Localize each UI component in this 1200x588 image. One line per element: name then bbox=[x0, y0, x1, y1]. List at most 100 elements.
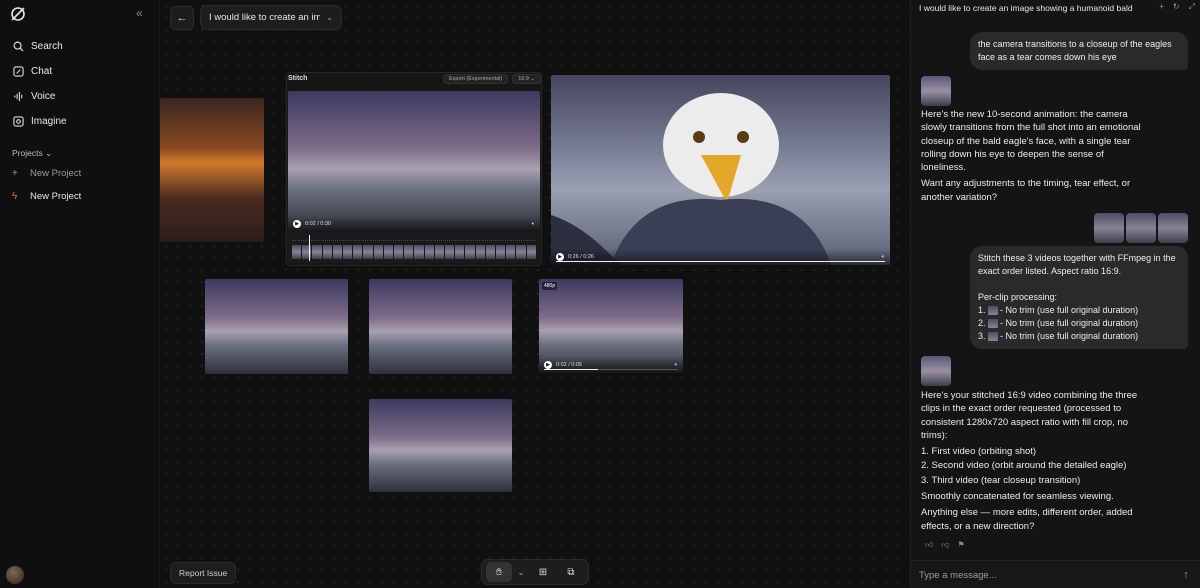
message-text: Per-clip processing: bbox=[978, 292, 1058, 302]
chat-icon bbox=[12, 66, 24, 78]
play-icon[interactable]: ▶ bbox=[556, 253, 564, 261]
sidebar-item-imagine[interactable]: Imagine bbox=[0, 109, 160, 134]
clip-item: 1. - No trim (use full original duration… bbox=[978, 305, 1139, 316]
timeline-ruler bbox=[292, 237, 536, 241]
video-orbit-2[interactable] bbox=[369, 279, 512, 374]
video-orbit-1[interactable] bbox=[205, 279, 348, 374]
export-button[interactable]: Export (Experimental) bbox=[443, 74, 509, 84]
chevron-down-icon: ⌄ bbox=[45, 148, 53, 158]
chat-panel: I would like to create an image showing … bbox=[910, 0, 1200, 588]
attachment-thumbnail[interactable] bbox=[1094, 213, 1124, 243]
flag-icon[interactable]: ⚑ bbox=[958, 540, 965, 550]
clip-item: 3. - No trim (use full original duration… bbox=[978, 331, 1139, 342]
video-time: 0:02 / 0:30 bbox=[305, 221, 331, 227]
clip-item: 2. - No trim (use full original duration… bbox=[978, 318, 1139, 329]
history-icon[interactable]: ↻ bbox=[1173, 2, 1180, 12]
message-text: Anything else — more edits, different or… bbox=[921, 507, 1133, 532]
sidebar-item-search[interactable]: Search bbox=[0, 34, 160, 59]
message-text: Smoothly concatenated for seamless viewi… bbox=[921, 491, 1114, 503]
canvas[interactable]: ← I would like to create an image showin… bbox=[160, 0, 910, 588]
search-icon bbox=[12, 41, 24, 53]
thumbs-up-icon[interactable]: 👍︎ bbox=[925, 540, 933, 550]
avatar[interactable] bbox=[6, 566, 24, 584]
new-chat-icon[interactable]: + bbox=[1159, 2, 1164, 12]
flash-icon: ϟ bbox=[12, 190, 18, 202]
chat-title[interactable]: I would like to create an image showing … bbox=[919, 3, 1133, 13]
video-time: 0:02 / 0:05 bbox=[556, 362, 582, 368]
message-text: Here's your stitched 16:9 video combinin… bbox=[921, 390, 1138, 441]
sidebar-nav: Search Chat Voice Imagine bbox=[0, 34, 160, 134]
list-item: 3. Third video (tear closeup transition) bbox=[921, 474, 1081, 486]
stitch-timeline[interactable] bbox=[288, 233, 540, 263]
grok-logo-icon[interactable] bbox=[10, 6, 26, 22]
arrow-left-icon: ← bbox=[176, 12, 188, 24]
video-progress[interactable] bbox=[544, 369, 678, 370]
title-dropdown-text: I would like to create an image showing … bbox=[209, 12, 321, 23]
sidebar-item-label: Voice bbox=[31, 91, 56, 102]
ai-thumbnail-1[interactable] bbox=[921, 76, 951, 106]
image-eagle-fire[interactable] bbox=[160, 98, 264, 242]
attached-thumbnails bbox=[1094, 213, 1188, 243]
sidebar: « Search Chat Voice Imagine Projects ⌄ +… bbox=[0, 0, 160, 588]
plus-icon: + bbox=[12, 167, 18, 179]
chevron-down-icon[interactable]: ⌄ bbox=[514, 562, 528, 582]
video-orbit-3[interactable]: 480p ▶ 0:02 / 0:05 🔈︎ bbox=[539, 279, 683, 373]
clip-thumbnail-icon bbox=[988, 319, 999, 329]
voice-icon bbox=[12, 91, 24, 103]
user-message-1: the camera transitions to a closeup of t… bbox=[970, 32, 1188, 70]
double-chevron-left-icon[interactable]: « bbox=[136, 6, 143, 20]
sidebar-project-1[interactable]: + New Project bbox=[0, 162, 160, 184]
attachment-thumbnail[interactable] bbox=[1126, 213, 1156, 243]
chevron-down-icon: ⌄ bbox=[326, 13, 333, 22]
ratio-label: 16:9 bbox=[518, 76, 529, 82]
volume-icon[interactable]: 🔈︎ bbox=[532, 221, 535, 228]
list-item: 2. Second video (orbit around the detail… bbox=[921, 460, 1127, 472]
projects-label: Projects bbox=[12, 148, 43, 158]
list-item: 1. First video (orbiting shot) bbox=[921, 446, 1037, 458]
volume-icon[interactable]: 🔈︎ bbox=[675, 362, 678, 369]
message-input[interactable] bbox=[919, 567, 1159, 583]
volume-icon[interactable]: 🔈︎ bbox=[882, 254, 885, 261]
image-eagle-standing[interactable] bbox=[369, 399, 512, 492]
clip-thumbnail-icon bbox=[988, 332, 999, 342]
message-text: Want any adjustments to the timing, tear… bbox=[921, 178, 1131, 203]
message-text: Here's the new 10-second animation: the … bbox=[921, 109, 1141, 174]
app-root: « Search Chat Voice Imagine Projects ⌄ +… bbox=[0, 0, 1200, 588]
title-dropdown[interactable]: I would like to create an image showing … bbox=[200, 5, 342, 30]
sidebar-item-label: Chat bbox=[31, 66, 53, 77]
attachment-thumbnail[interactable] bbox=[1158, 213, 1188, 243]
report-label: Report Issue bbox=[179, 568, 228, 578]
play-icon[interactable]: ▶ bbox=[544, 361, 552, 369]
sidebar-item-voice[interactable]: Voice bbox=[0, 84, 160, 109]
stitch-label: Stitch bbox=[288, 75, 308, 82]
send-arrow-icon[interactable]: ↑ bbox=[1179, 568, 1193, 582]
sidebar-item-chat[interactable]: Chat bbox=[0, 59, 160, 84]
assistant-message-2: Here's your stitched 16:9 video combinin… bbox=[921, 389, 1139, 536]
user-message-2: Stitch these 3 videos together with FFmp… bbox=[970, 246, 1188, 349]
imagine-icon bbox=[12, 116, 24, 128]
chat-header: I would like to create an image showing … bbox=[911, 0, 1200, 16]
hand-tool-icon[interactable]: ✋︎ bbox=[486, 562, 512, 582]
eagle-closeup-illustration bbox=[551, 93, 831, 265]
video-closeup[interactable]: ▶ 0:26 / 0:26 🔈︎ bbox=[551, 75, 890, 265]
message-composer: ↑ bbox=[911, 560, 1200, 588]
ai-thumbnail-2[interactable] bbox=[921, 356, 951, 386]
expand-icon[interactable]: ⤢ bbox=[1189, 2, 1195, 12]
chat-header-icons: + ↻ ⤢ bbox=[1159, 2, 1195, 12]
play-icon[interactable]: ▶ bbox=[293, 220, 301, 228]
add-image-icon[interactable]: ⊞ bbox=[530, 562, 556, 582]
video-controls: ▶ 0:26 / 0:26 🔈︎ bbox=[551, 249, 890, 265]
projects-header[interactable]: Projects ⌄ bbox=[12, 148, 52, 159]
ratio-select[interactable]: 16:9 ⌄ bbox=[512, 74, 542, 84]
sidebar-project-2[interactable]: ϟ New Project bbox=[0, 185, 160, 207]
timeline-thumbnails bbox=[292, 245, 536, 259]
thumbs-down-icon[interactable]: 👎︎ bbox=[941, 540, 949, 550]
timeline-playhead[interactable] bbox=[309, 235, 311, 261]
video-controls: ▶ 0:02 / 0:05 🔈︎ bbox=[539, 357, 683, 373]
report-issue-button[interactable]: Report Issue bbox=[170, 562, 237, 584]
back-button[interactable]: ← bbox=[170, 6, 194, 30]
canvas-toolbar: ✋︎ ⌄ ⊞ ⧉ bbox=[481, 559, 589, 585]
video-stitch[interactable]: ▶ 0:02 / 0:30 🔈︎ bbox=[288, 91, 540, 232]
add-frame-icon[interactable]: ⧉ bbox=[558, 562, 584, 582]
video-progress[interactable] bbox=[556, 261, 885, 262]
